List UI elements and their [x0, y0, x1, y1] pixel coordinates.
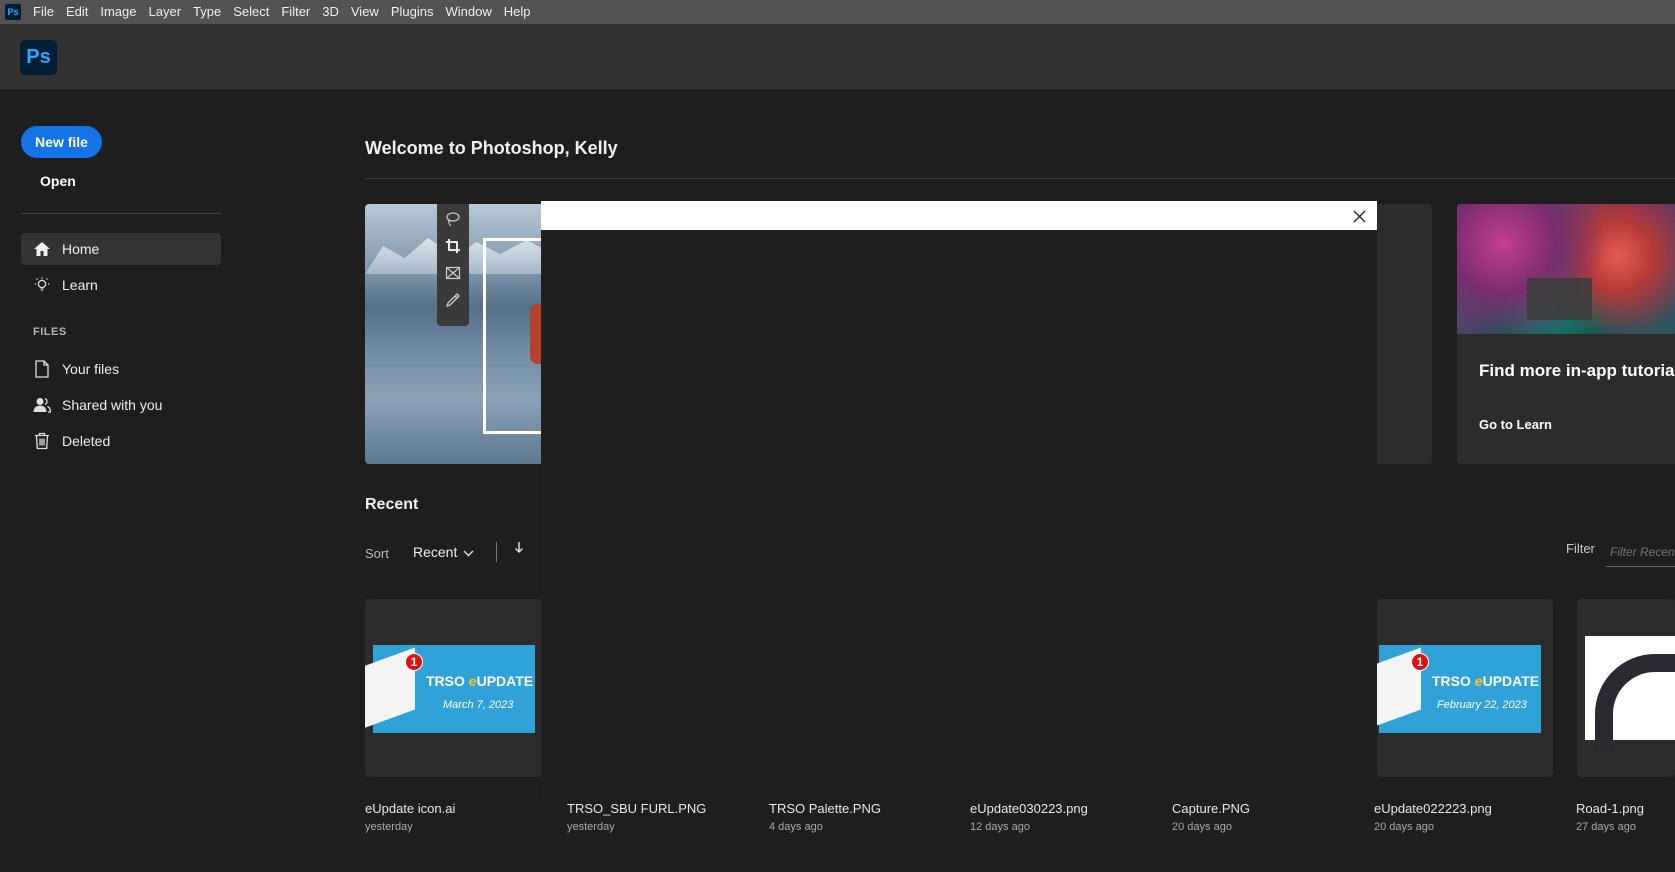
file-tile[interactable]: 1 TRSO eUPDATE March 7, 2023 — [365, 599, 543, 777]
sort-divider — [496, 542, 497, 562]
thumbnail-title: TRSO eUPDATE — [426, 673, 534, 689]
menu-layer[interactable]: Layer — [143, 0, 188, 24]
users-icon — [32, 395, 52, 415]
file-tile[interactable] — [1577, 599, 1675, 777]
sidebar: New file Open Home Learn FILES Your file… — [0, 89, 240, 872]
sidebar-item-shared-with-you[interactable]: Shared with you — [21, 389, 221, 421]
sidebar-item-label: Shared with you — [62, 397, 163, 413]
filter-label: Filter — [1566, 541, 1595, 556]
sort-label: Sort — [365, 546, 389, 561]
open-button[interactable]: Open — [40, 173, 76, 189]
menu-image[interactable]: Image — [94, 0, 142, 24]
close-icon[interactable] — [1349, 206, 1369, 226]
file-modified-time: 12 days ago — [970, 821, 1030, 833]
frame-icon — [444, 264, 462, 282]
file-thumbnail: 1 TRSO eUPDATE March 7, 2023 — [365, 645, 535, 733]
sidebar-item-your-files[interactable]: Your files — [21, 353, 221, 385]
lightbulb-icon — [32, 275, 52, 295]
learn-tutorials-card[interactable]: Find more in-app tutorials Go to Learn — [1457, 204, 1675, 464]
menu-type[interactable]: Type — [187, 0, 227, 24]
sort-dropdown[interactable]: Recent — [413, 544, 474, 560]
document-icon — [32, 359, 52, 379]
tool-strip — [437, 204, 469, 326]
photoshop-app-icon: Ps — [5, 4, 21, 20]
menu-edit[interactable]: Edit — [60, 0, 94, 24]
notification-badge: 1 — [1411, 653, 1429, 671]
menu-select[interactable]: Select — [227, 0, 275, 24]
files-section-heading: FILES — [33, 326, 67, 338]
chevron-down-icon — [463, 544, 474, 560]
file-thumbnail: 1 TRSO eUPDATE February 22, 2023 — [1377, 645, 1541, 733]
go-to-learn-link[interactable]: Go to Learn — [1479, 417, 1552, 432]
filter-input[interactable] — [1606, 537, 1675, 567]
sidebar-item-label: Home — [62, 241, 100, 257]
notification-badge: 1 — [405, 653, 423, 671]
thumbnail-title: TRSO eUPDATE — [1432, 673, 1540, 689]
thumbnail-date: February 22, 2023 — [1437, 699, 1527, 711]
tutorial-card-image — [1457, 204, 1675, 334]
file-modified-time: yesterday — [567, 821, 615, 833]
file-name[interactable]: Road-1.png — [1576, 801, 1644, 816]
app-header: Ps — [0, 24, 1675, 89]
file-modified-time: 20 days ago — [1172, 821, 1232, 833]
sidebar-item-deleted[interactable]: Deleted — [21, 425, 221, 457]
file-tile[interactable]: 1 TRSO eUPDATE February 22, 2023 — [1377, 599, 1553, 777]
layers-panel-graphic — [1527, 278, 1592, 320]
menu-plugins[interactable]: Plugins — [385, 0, 440, 24]
lasso-icon — [444, 210, 462, 228]
tutorial-card-title: Find more in-app tutorials — [1479, 361, 1675, 380]
file-name[interactable]: eUpdate icon.ai — [365, 801, 455, 816]
menu-window[interactable]: Window — [439, 0, 497, 24]
sidebar-item-learn[interactable]: Learn — [21, 269, 221, 301]
welcome-heading: Welcome to Photoshop, Kelly — [365, 138, 618, 158]
menu-help[interactable]: Help — [498, 0, 537, 24]
file-modified-time: 27 days ago — [1576, 821, 1636, 833]
recent-heading: Recent — [365, 496, 419, 513]
modal-dialog — [541, 201, 1377, 804]
menu-filter[interactable]: Filter — [275, 0, 316, 24]
sidebar-divider — [21, 213, 221, 214]
photoshop-logo[interactable]: Ps — [20, 40, 57, 75]
menu-3d[interactable]: 3D — [316, 0, 345, 24]
menu-bar: Ps File Edit Image Layer Type Select Fil… — [0, 0, 1675, 24]
modal-header — [541, 201, 1377, 230]
new-file-button[interactable]: New file — [21, 126, 102, 158]
sidebar-item-label: Learn — [62, 277, 98, 293]
hero-image — [365, 204, 545, 464]
file-thumbnail — [1585, 636, 1675, 754]
crop-icon — [444, 237, 462, 255]
sidebar-item-label: Your files — [62, 361, 120, 377]
file-modified-time: 4 days ago — [769, 821, 823, 833]
thumbnail-date: March 7, 2023 — [443, 699, 514, 711]
home-icon — [32, 239, 52, 259]
eyedropper-icon — [444, 291, 462, 309]
sort-value: Recent — [413, 544, 458, 560]
sidebar-item-label: Deleted — [62, 433, 111, 449]
file-name[interactable]: eUpdate022223.png — [1374, 801, 1492, 816]
sort-direction-icon[interactable] — [514, 541, 524, 557]
file-modified-time: yesterday — [365, 821, 413, 833]
menu-file[interactable]: File — [27, 0, 60, 24]
welcome-divider — [365, 178, 1675, 179]
road-graphic — [1595, 654, 1675, 754]
trash-icon — [32, 431, 52, 451]
file-modified-time: 20 days ago — [1374, 821, 1434, 833]
menu-view[interactable]: View — [345, 0, 385, 24]
sidebar-item-home[interactable]: Home — [21, 233, 221, 265]
